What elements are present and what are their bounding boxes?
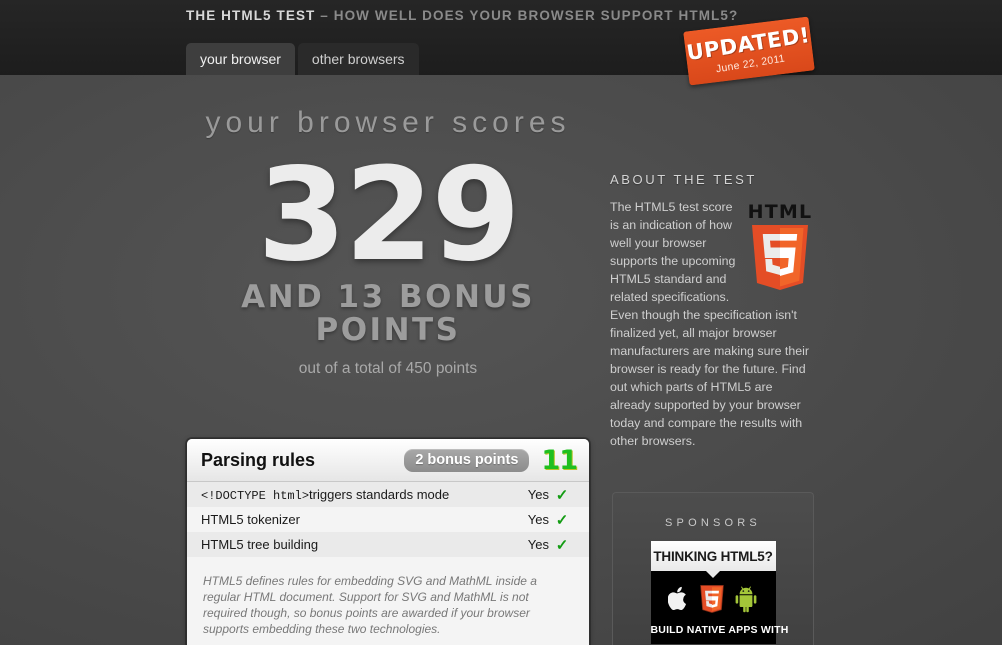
feature-label-text: triggers standards mode xyxy=(309,486,450,502)
feature-label: <!DOCTYPE html>triggers standards mode xyxy=(201,487,513,503)
feature-label-code: <!DOCTYPE html> xyxy=(201,488,310,503)
result-card-note: HTML5 defines rules for embedding SVG an… xyxy=(187,557,589,645)
table-row: HTML5 tree building Yes ✓ xyxy=(187,532,589,557)
result-card-parsing-rules: Parsing rules 2 bonus points 11 <!DOCTYP… xyxy=(186,438,590,645)
bonus-points-line: AND 13 BONUS POINTS xyxy=(241,279,535,348)
apple-logo-icon xyxy=(668,586,687,611)
sponsor-ad-logos xyxy=(650,571,776,623)
feature-label: HTML5 tree building xyxy=(201,537,513,552)
tab-your-browser-label: your browser xyxy=(200,51,281,67)
feature-value: Yes xyxy=(527,487,549,502)
updated-stamp-body: UPDATED! June 22, 2011 xyxy=(683,16,815,86)
feature-rows: <!DOCTYPE html>triggers standards mode Y… xyxy=(187,482,589,557)
check-icon: ✓ xyxy=(555,486,569,504)
sponsor-ad-headline: THINKING HTML5? xyxy=(650,541,776,578)
html5-logo-icon: HTML xyxy=(748,201,813,290)
site-title: THE HTML5 TEST – HOW WELL DOES YOUR BROW… xyxy=(186,8,738,23)
score-block: your browser scores 329 AND 13 BONUS POI… xyxy=(186,105,590,378)
tab-your-browser[interactable]: your browser xyxy=(186,43,295,75)
feature-label: HTML5 tokenizer xyxy=(201,512,513,527)
result-card-header: Parsing rules 2 bonus points 11 xyxy=(187,439,589,482)
page-root: THE HTML5 TEST – HOW WELL DOES YOUR BROW… xyxy=(0,0,1002,645)
feature-value: Yes xyxy=(527,512,549,527)
tab-other-browsers[interactable]: other browsers xyxy=(297,43,419,75)
score-total-line: out of a total of 450 points xyxy=(298,360,478,378)
result-card-title: Parsing rules xyxy=(201,449,316,470)
table-row: HTML5 tokenizer Yes ✓ xyxy=(187,507,589,532)
tab-other-browsers-label: other browsers xyxy=(311,51,405,67)
feature-label-text: HTML5 tree building xyxy=(201,537,319,552)
about-body-wrap: HTML The HTML5 test score is an indicati… xyxy=(610,199,816,451)
check-icon: ✓ xyxy=(555,536,569,554)
check-icon: ✓ xyxy=(555,511,569,529)
table-row: <!DOCTYPE html>triggers standards mode Y… xyxy=(187,482,589,507)
html5-logo-icon xyxy=(700,585,724,613)
sponsors-heading: Sponsors xyxy=(665,517,761,529)
score-number: 329 xyxy=(257,141,520,290)
svg-text:HTML: HTML xyxy=(748,201,813,223)
site-title-strong: THE HTML5 TEST xyxy=(186,8,316,23)
result-card-score: 11 xyxy=(541,444,578,476)
site-header: THE HTML5 TEST – HOW WELL DOES YOUR BROW… xyxy=(0,0,1002,86)
feature-value: Yes xyxy=(527,537,549,552)
about-heading: About the test xyxy=(610,172,757,187)
about-section: About the test HTML The HTML5 test score… xyxy=(610,172,816,451)
android-logo-icon xyxy=(735,586,757,612)
sponsors-panel: Sponsors THINKING HTML5? xyxy=(612,492,814,645)
site-title-tagline: – HOW WELL DOES YOUR BROWSER SUPPORT HTM… xyxy=(320,8,739,23)
sponsor-ad-tagline: BUILD NATIVE APPS WITH xyxy=(650,623,788,644)
updated-stamp: UPDATED! June 22, 2011 xyxy=(683,16,815,86)
feature-label-text: HTML5 tokenizer xyxy=(201,512,300,527)
sponsor-ad[interactable]: THINKING HTML5? BUILD NATIVE APPS WITH xyxy=(650,541,788,644)
bonus-points-badge: 2 bonus points xyxy=(404,448,530,472)
tab-bar: your browser other browsers xyxy=(186,43,419,75)
score-heading: your browser scores xyxy=(205,106,571,139)
